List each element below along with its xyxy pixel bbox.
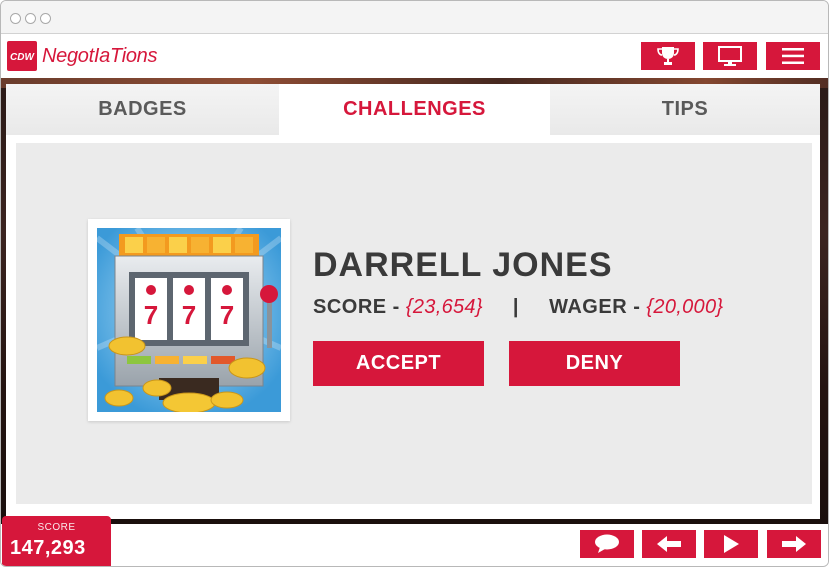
avatar-frame: 7 7 7	[88, 219, 290, 421]
play-button[interactable]	[704, 530, 758, 558]
chat-button[interactable]	[580, 530, 634, 558]
score-box: SCORE 147,293	[2, 516, 111, 566]
maximize-window-button[interactable]	[40, 13, 51, 24]
slot-machine-avatar: 7 7 7	[97, 228, 281, 412]
title-bar	[1, 1, 828, 34]
monitor-icon	[718, 46, 742, 66]
menu-button[interactable]	[766, 42, 820, 70]
tab-badges[interactable]: BADGES	[6, 84, 279, 135]
svg-text:7: 7	[182, 300, 196, 330]
tab-bar: BADGES CHALLENGES TIPS	[6, 84, 820, 135]
challenger-name: DARRELL JONES	[313, 246, 613, 284]
cdw-logo: CDW	[7, 41, 37, 71]
arrow-left-icon	[657, 536, 681, 552]
stage-background: BADGES CHALLENGES TIPS 7 7 7 DARRELL JON…	[1, 78, 828, 524]
back-button[interactable]	[642, 530, 696, 558]
app-brand: NegotIaTions	[42, 45, 158, 67]
total-score-value: 147,293	[10, 537, 86, 559]
minimize-window-button[interactable]	[25, 13, 36, 24]
challenge-card: 7 7 7 DARRELL JONES SCORE - {23,654} | W…	[16, 143, 812, 504]
score-label: SCORE -	[313, 296, 400, 318]
tab-tips[interactable]: TIPS	[550, 84, 820, 135]
close-window-button[interactable]	[10, 13, 21, 24]
play-icon	[724, 535, 739, 553]
total-score-label: SCORE	[37, 522, 76, 533]
score-value: {23,654}	[405, 296, 483, 318]
trophy-icon	[657, 47, 679, 65]
deny-button[interactable]: DENY	[509, 341, 680, 386]
app-window: CDW NegotIaTions BADGES CHALLENGES TIPS …	[0, 0, 829, 567]
accept-button[interactable]: ACCEPT	[313, 341, 484, 386]
app-header: CDW NegotIaTions	[1, 35, 828, 78]
trophy-button[interactable]	[641, 42, 695, 70]
svg-text:7: 7	[144, 300, 158, 330]
arrow-right-icon	[782, 536, 806, 552]
monitor-button[interactable]	[703, 42, 757, 70]
svg-text:7: 7	[220, 300, 234, 330]
chat-icon	[595, 534, 619, 553]
challenges-panel: BADGES CHALLENGES TIPS 7 7 7 DARRELL JON…	[6, 84, 820, 519]
app-footer: SCORE 147,293	[1, 516, 828, 566]
wager-label: WAGER -	[549, 296, 641, 318]
tab-challenges[interactable]: CHALLENGES	[279, 84, 550, 135]
menu-icon	[782, 48, 804, 64]
challenge-stats: SCORE - {23,654} | WAGER - {20,000}	[313, 296, 723, 319]
logo-text: CDW	[10, 52, 35, 63]
wager-value: {20,000}	[646, 296, 724, 318]
stats-separator: |	[512, 296, 520, 318]
forward-button[interactable]	[767, 530, 821, 558]
